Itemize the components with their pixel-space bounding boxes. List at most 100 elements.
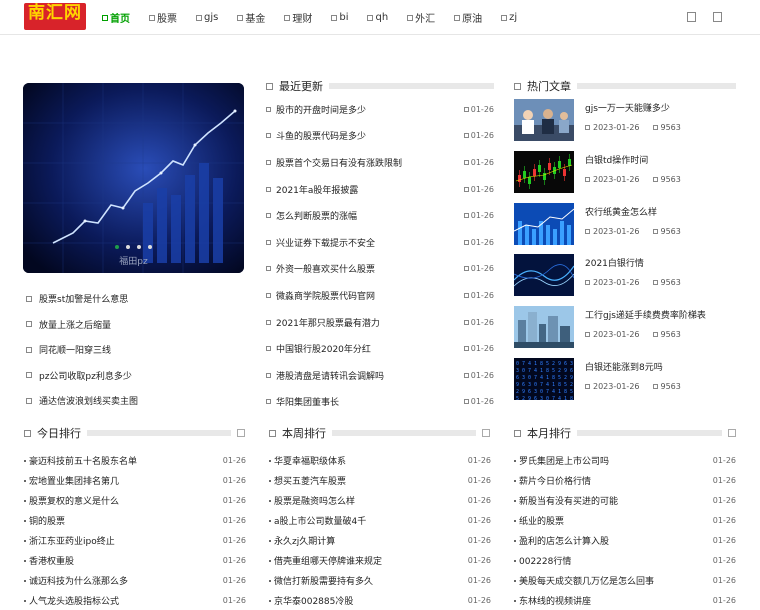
rank-item-title[interactable]: 薪片今日价格行情 [519, 477, 591, 487]
nav-item-5[interactable]: bi [331, 12, 348, 23]
hot-item[interactable]: 工行gjs递延手续费费率阶梯表 2023-01-26 9563 [514, 306, 736, 358]
rank-item-title[interactable]: 借壳重组哪天停牌谁来规定 [274, 557, 382, 567]
rank-item[interactable]: 盈利的店怎么计算入股 01-26 [514, 530, 736, 550]
rank-item[interactable]: 京华泰002885冷股 01-26 [269, 590, 491, 610]
slide-dot[interactable] [126, 245, 130, 249]
slide-dot[interactable] [115, 245, 119, 249]
hot-item-thumbnail[interactable]: 0741852963307418529663074185299630741852… [514, 357, 574, 400]
hot-item-thumbnail[interactable] [514, 306, 574, 349]
rank-item-title[interactable]: 股票是融资吗怎么样 [274, 497, 355, 507]
hot-item[interactable]: gjs一万一天能赚多少 2023-01-26 9563 [514, 99, 736, 151]
rank-item-title[interactable]: a股上市公司数量破4千 [274, 517, 366, 527]
hot-item-thumbnail[interactable] [514, 254, 574, 297]
latest-item-title[interactable]: 兴业证券下载提示不安全 [276, 236, 375, 249]
rank-item-title[interactable]: 股票复权的意义是什么 [29, 497, 119, 507]
latest-item-title[interactable]: 微淼商学院股票代码官网 [276, 289, 375, 302]
nav-item-6[interactable]: qh [367, 12, 388, 23]
hot-item-title[interactable]: 工行gjs递延手续费费率阶梯表 [585, 308, 706, 321]
rank-item[interactable]: 华夏幸福职级体系 01-26 [269, 450, 491, 470]
rank-item[interactable]: 人气龙头选股指标公式 01-26 [24, 590, 246, 610]
rank-item-title[interactable]: 永久zj久期计算 [274, 537, 335, 547]
rank-item[interactable]: 东林线的视频讲座 01-26 [514, 590, 736, 610]
hot-item-title[interactable]: 白银td操作时间 [585, 153, 681, 166]
latest-item-title[interactable]: 港股清盘是请转讯会调解吗 [276, 369, 384, 382]
latest-item[interactable]: 微淼商学院股票代码官网 01-26 [266, 282, 494, 309]
rank-item-title[interactable]: 豪迈科技前五十名股东名单 [29, 457, 137, 467]
hot-item-title[interactable]: gjs一万一天能赚多少 [585, 101, 681, 114]
latest-item-title[interactable]: 股票首个交易日有没有涨跌限制 [276, 156, 402, 169]
latest-item-title[interactable]: 2021年a股年报披露 [276, 183, 358, 196]
featured-item-title[interactable]: 股票st加警是什么意思 [39, 292, 128, 305]
more-icon[interactable] [237, 429, 245, 437]
hot-item[interactable]: 0741852963307418529663074185299630741852… [514, 357, 736, 410]
hot-item-title[interactable]: 2021白银行情 [585, 256, 681, 269]
rank-item[interactable]: 薪片今日价格行情 01-26 [514, 470, 736, 490]
nav-item-9[interactable]: zj [501, 12, 517, 23]
rank-item[interactable]: 香港权重股 01-26 [24, 550, 246, 570]
latest-item[interactable]: 股票首个交易日有没有涨跌限制 01-26 [266, 149, 494, 176]
rank-item-title[interactable]: 微信打新股需要持有多久 [274, 577, 373, 587]
rank-item[interactable]: 借壳重组哪天停牌谁来规定 01-26 [269, 550, 491, 570]
rank-item[interactable]: 永久zj久期计算 01-26 [269, 530, 491, 550]
rank-item[interactable]: 浙江东亚药业ipo终止 01-26 [24, 530, 246, 550]
latest-item[interactable]: 港股清盘是请转讯会调解吗 01-26 [266, 362, 494, 389]
latest-item-title[interactable]: 2021年那只股票最有潜力 [276, 316, 380, 329]
nav-item-2[interactable]: gjs [196, 12, 218, 23]
hot-item-thumbnail[interactable] [514, 99, 574, 141]
rank-item-title[interactable]: 京华泰002885冷股 [274, 597, 353, 607]
rank-item[interactable]: 想买五菱汽车股票 01-26 [269, 470, 491, 490]
hot-item[interactable]: 2021白银行情 2023-01-26 9563 [514, 254, 736, 306]
featured-item-title[interactable]: 同花顺一阳穿三线 [39, 343, 111, 356]
nav-item-3[interactable]: 基金 [237, 10, 265, 25]
hot-item-thumbnail[interactable] [514, 202, 574, 245]
banner-slider[interactable]: 福田pz [23, 83, 244, 273]
rank-item[interactable]: 宏地置业集团排名第几 01-26 [24, 470, 246, 490]
menu-icon[interactable] [713, 12, 722, 22]
rank-item[interactable]: 股票复权的意义是什么 01-26 [24, 490, 246, 510]
featured-item[interactable]: 股票st加警是什么意思 [26, 286, 244, 312]
hot-item-thumbnail[interactable] [514, 150, 574, 193]
site-logo[interactable]: 南汇网 [24, 3, 86, 30]
rank-item-title[interactable]: 铜的股票 [29, 517, 65, 527]
latest-item[interactable]: 中国银行股2020年分红 01-26 [266, 335, 494, 362]
featured-item-title[interactable]: pz公司收取pz利息多少 [39, 369, 132, 382]
latest-item[interactable]: 兴业证券下载提示不安全 01-26 [266, 229, 494, 256]
rank-item-title[interactable]: 诚迈科技为什么涨那么多 [29, 577, 128, 587]
slide-dot[interactable] [148, 245, 152, 249]
search-icon[interactable] [687, 12, 696, 22]
featured-item-title[interactable]: 放量上涨之后缩量 [39, 318, 111, 331]
more-icon[interactable] [728, 429, 736, 437]
hot-item[interactable]: 农行纸黄金怎么样 2023-01-26 9563 [514, 202, 736, 255]
latest-item-title[interactable]: 外资一般喜欢买什么股票 [276, 262, 375, 275]
latest-item[interactable]: 2021年a股年报披露 01-26 [266, 176, 494, 203]
rank-item[interactable]: a股上市公司数量破4千 01-26 [269, 510, 491, 530]
rank-item-title[interactable]: 罗氏集团是上市公司吗 [519, 457, 609, 467]
rank-item-title[interactable]: 东林线的视频讲座 [519, 597, 591, 607]
nav-item-4[interactable]: 理财 [284, 10, 312, 25]
rank-item-title[interactable]: 人气龙头选股指标公式 [29, 597, 119, 607]
latest-item[interactable]: 怎么判断股票的涨幅 01-26 [266, 202, 494, 229]
latest-item-title[interactable]: 怎么判断股票的涨幅 [276, 209, 357, 222]
rank-item[interactable]: 股票是融资吗怎么样 01-26 [269, 490, 491, 510]
latest-item[interactable]: 股市的开盘时间是多少 01-26 [266, 96, 494, 123]
featured-item[interactable]: 放量上涨之后缩量 [26, 312, 244, 338]
rank-item[interactable]: 新股当有没有买进的可能 01-26 [514, 490, 736, 510]
banner-caption[interactable]: 福田pz [23, 254, 244, 267]
rank-item[interactable]: 铜的股票 01-26 [24, 510, 246, 530]
nav-item-1[interactable]: 股票 [149, 10, 177, 25]
slide-dot[interactable] [137, 245, 141, 249]
latest-item-title[interactable]: 华阳集团董事长 [276, 395, 339, 408]
rank-item[interactable]: 002228行情 01-26 [514, 550, 736, 570]
rank-item-title[interactable]: 华夏幸福职级体系 [274, 457, 346, 467]
rank-item-title[interactable]: 新股当有没有买进的可能 [519, 497, 618, 507]
latest-item[interactable]: 外资一般喜欢买什么股票 01-26 [266, 256, 494, 283]
rank-item[interactable]: 罗氏集团是上市公司吗 01-26 [514, 450, 736, 470]
latest-item[interactable]: 华阳集团董事长 01-26 [266, 389, 494, 416]
rank-item-title[interactable]: 盈利的店怎么计算入股 [519, 537, 609, 547]
featured-item-title[interactable]: 通达信波浪划线买卖主图 [39, 394, 138, 407]
rank-item-title[interactable]: 香港权重股 [29, 557, 74, 567]
featured-item[interactable]: 同花顺一阳穿三线 [26, 337, 244, 363]
nav-item-0[interactable]: 首页 [102, 10, 130, 25]
rank-item-title[interactable]: 浙江东亚药业ipo终止 [29, 537, 115, 547]
rank-item-title[interactable]: 美股每天成交额几万亿是怎么回事 [519, 577, 654, 587]
